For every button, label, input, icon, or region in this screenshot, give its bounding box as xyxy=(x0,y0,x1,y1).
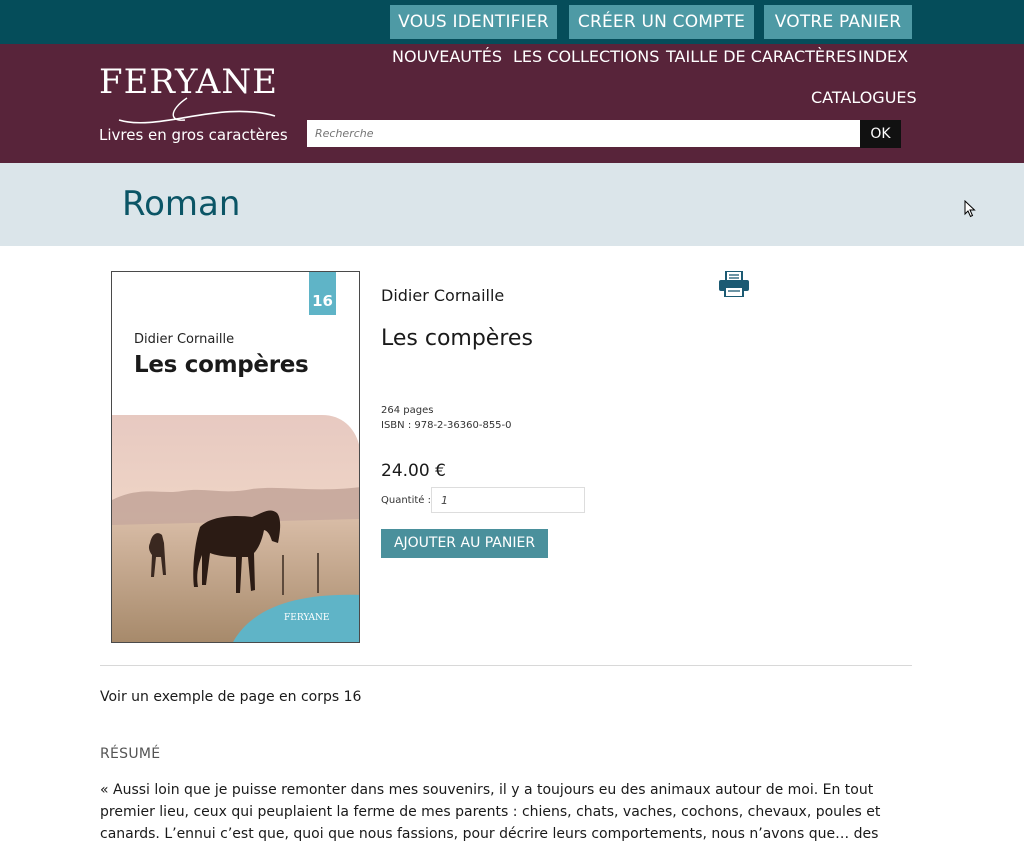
create-account-button[interactable]: CRÉER UN COMPTE xyxy=(569,5,754,39)
logo-swash-icon xyxy=(118,97,276,124)
nav-item-collections[interactable]: LES COLLECTIONS xyxy=(513,46,659,68)
cover-photo-horses: FERYANE xyxy=(112,415,359,642)
add-to-cart-button[interactable]: AJOUTER AU PANIER xyxy=(381,529,548,558)
search-input[interactable] xyxy=(307,120,860,147)
top-bar: VOUS IDENTIFIER CRÉER UN COMPTE VOTRE PA… xyxy=(0,0,1024,44)
search-submit-button[interactable]: OK xyxy=(860,120,901,148)
page-title: Roman xyxy=(122,184,241,224)
login-button[interactable]: VOUS IDENTIFIER xyxy=(390,5,557,39)
cover-author: Didier Cornaille xyxy=(134,332,235,347)
site-logo[interactable]: FERYANE Livres en gros caractères xyxy=(0,44,290,163)
site-header: FERYANE Livres en gros caractères NOUVEA… xyxy=(0,44,1024,163)
mouse-pointer-icon xyxy=(964,200,976,218)
nav-item-index[interactable]: INDEX xyxy=(858,46,908,68)
product-isbn: ISBN : 978-2-36360-855-0 xyxy=(381,420,512,431)
quantity-input[interactable] xyxy=(431,487,585,513)
cover-publisher-logo: FERYANE xyxy=(284,613,330,623)
logo-tagline: Livres en gros caractères xyxy=(99,126,288,144)
nav-item-nouveautes[interactable]: NOUVEAUTÉS xyxy=(392,46,502,68)
summary-heading: RÉSUMÉ xyxy=(100,746,161,762)
product-title: Les compères xyxy=(381,326,533,351)
product-author: Didier Cornaille xyxy=(381,286,505,305)
cover-title: Les compères xyxy=(134,352,309,378)
summary-text: « Aussi loin que je puisse remonter dans… xyxy=(100,782,881,842)
book-cover[interactable]: 16 Didier Cornaille Les compères FERYANE xyxy=(111,271,360,643)
cover-font-size-badge: 16 xyxy=(309,272,336,315)
nav-item-catalogues[interactable]: CATALOGUES xyxy=(811,87,917,109)
product-price: 24.00 € xyxy=(381,461,446,481)
category-banner: Roman xyxy=(0,163,1024,246)
product-page-count: 264 pages xyxy=(381,405,434,416)
sample-page-link[interactable]: Voir un exemple de page en corps 16 xyxy=(100,689,361,705)
nav-item-font-size[interactable]: TAILLE DE CARACTÈRES xyxy=(666,46,856,68)
printer-icon[interactable] xyxy=(719,271,749,297)
section-divider xyxy=(100,665,912,666)
quantity-label: Quantité : xyxy=(381,495,431,506)
cart-button[interactable]: VOTRE PANIER xyxy=(764,5,912,39)
